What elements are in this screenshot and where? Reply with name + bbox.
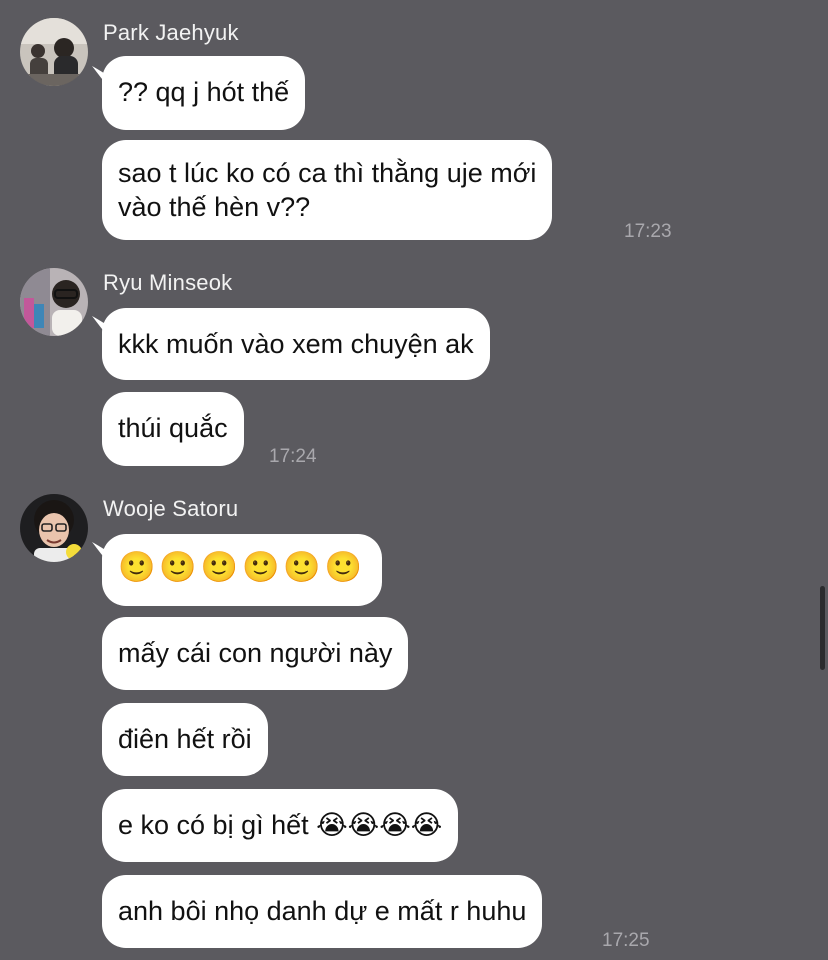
message-bubble[interactable]: điên hết rồi (102, 703, 268, 776)
sender-name: Ryu Minseok (103, 270, 233, 295)
avatar-wooje-satoru[interactable] (20, 494, 88, 562)
message-timestamp: 17:23 (624, 221, 672, 242)
avatar-photo-icon (20, 268, 88, 336)
message-timestamp: 17:25 (602, 930, 650, 951)
avatar-photo-icon (20, 18, 88, 86)
message-bubble[interactable]: 🙂🙂🙂🙂🙂🙂 (102, 534, 383, 606)
message-bubble[interactable]: anh bôi nhọ danh dự e mất r huhu (102, 875, 543, 948)
message-text: anh bôi nhọ danh dự e mất r huhu (118, 896, 527, 926)
message-text: e ko có bị gì hết 😭😭😭😭 (118, 810, 443, 840)
message-bubble[interactable]: kkk muốn vào xem chuyện ak (102, 308, 490, 380)
avatar-park-jaehyuk[interactable] (20, 18, 88, 86)
sender-name: Wooje Satoru (103, 496, 239, 521)
message-text: mấy cái con người này (118, 638, 393, 668)
message-text: kkk muốn vào xem chuyện ak (118, 329, 474, 359)
message-bubble[interactable]: e ko có bị gì hết 😭😭😭😭 (102, 789, 459, 862)
avatar-ryu-minseok[interactable] (20, 268, 88, 336)
message-bubble[interactable]: thúi quắc (102, 392, 244, 466)
message-text: 🙂🙂🙂🙂🙂🙂 (118, 551, 367, 584)
message-text-line: vào thế hèn v?? (118, 192, 311, 222)
message-timestamp: 17:24 (269, 446, 317, 467)
message-bubble[interactable]: ?? qq j hót thế (102, 56, 306, 130)
scrollbar[interactable] (820, 586, 825, 670)
message-text-line: sao t lúc ko có ca thì thằng uje mới (118, 158, 537, 188)
message-text: thúi quắc (118, 413, 228, 443)
message-bubble[interactable]: mấy cái con người này (102, 617, 409, 690)
avatar-photo-icon (20, 494, 88, 562)
sender-name: Park Jaehyuk (103, 20, 239, 45)
message-text: ?? qq j hót thế (118, 77, 290, 107)
message-text: điên hết rồi (118, 724, 252, 754)
message-bubble[interactable]: sao t lúc ko có ca thì thằng uje mới vào… (102, 140, 553, 240)
